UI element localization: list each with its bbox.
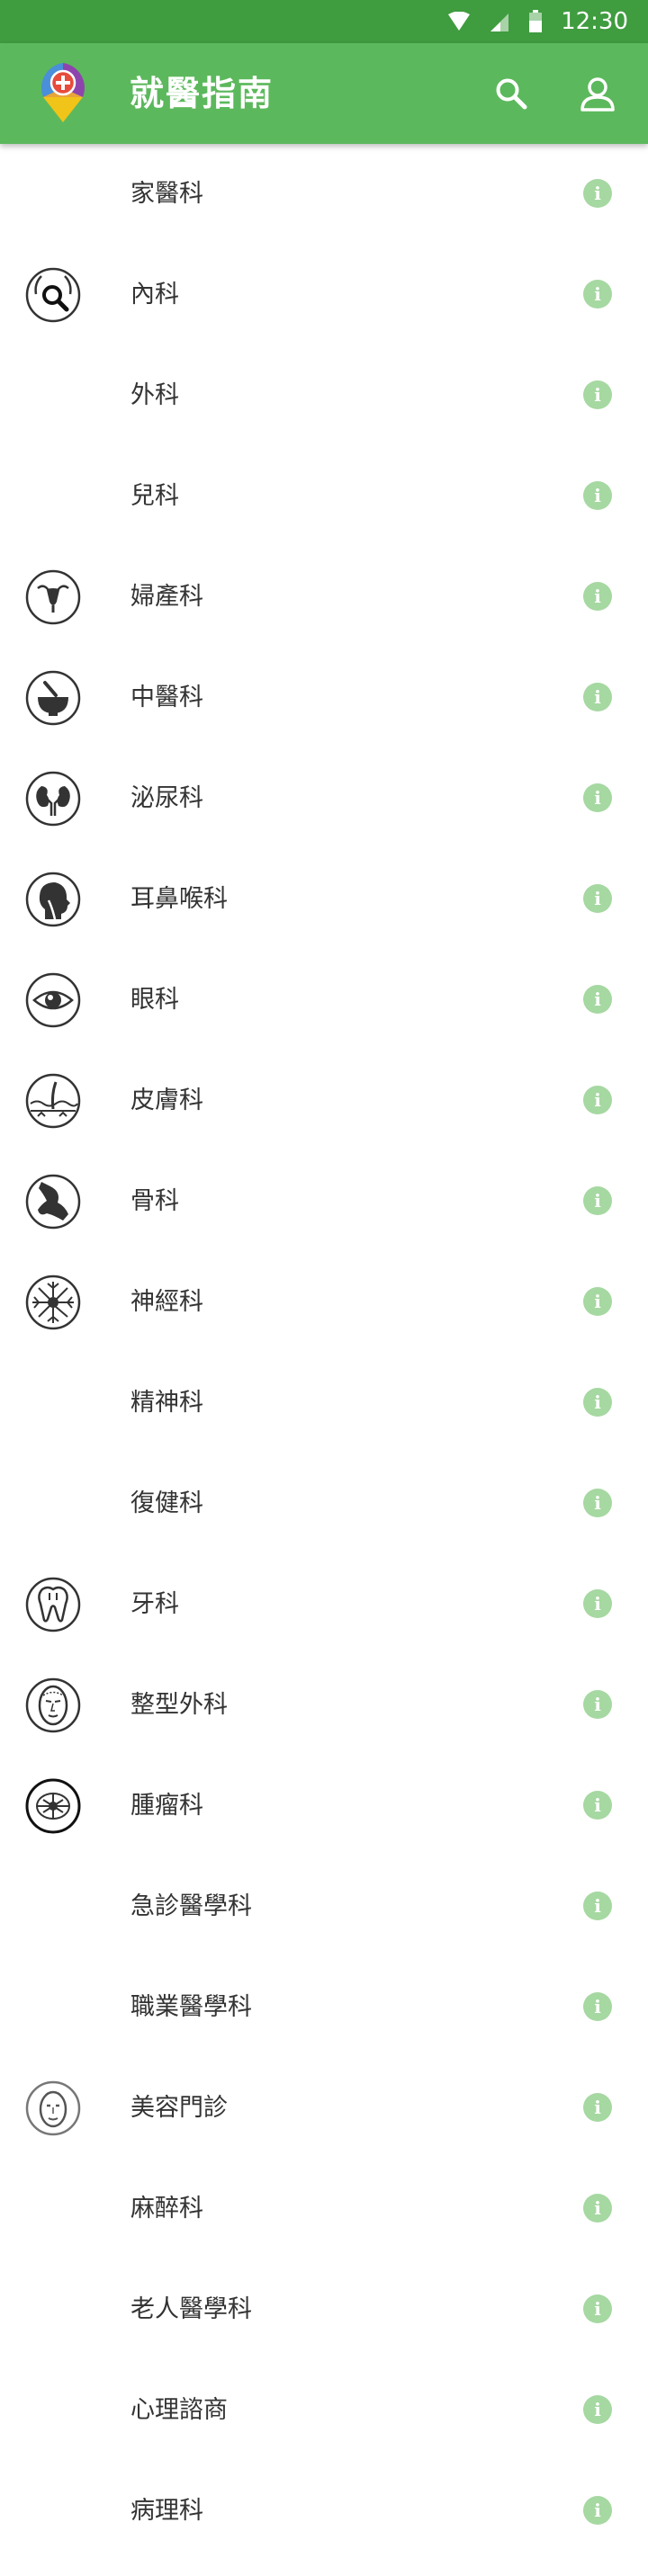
department-label: 皮膚科 — [130, 1087, 203, 1114]
info-icon[interactable]: i — [583, 1589, 612, 1618]
search-icon — [496, 78, 527, 110]
info-icon[interactable]: i — [583, 1892, 612, 1920]
app-logo-icon — [36, 58, 90, 124]
department-label: 麻醉科 — [130, 2195, 203, 2223]
department-label: 眼科 — [130, 986, 179, 1014]
department-row[interactable]: 骨科 i — [0, 1151, 648, 1252]
face-outline-icon — [25, 1677, 81, 1733]
department-label: 耳鼻喉科 — [130, 885, 228, 913]
department-row[interactable]: 外科 i — [0, 345, 648, 446]
search-button[interactable] — [486, 68, 536, 119]
info-icon[interactable]: i — [583, 380, 612, 409]
info-icon[interactable]: i — [583, 2496, 612, 2525]
department-label: 泌尿科 — [130, 784, 203, 812]
department-label: 腫瘤科 — [130, 1792, 203, 1820]
department-row[interactable]: 眼科 i — [0, 950, 648, 1051]
uterus-icon — [25, 569, 81, 625]
kidney-icon — [25, 771, 81, 827]
department-label: 心理諮商 — [130, 2396, 228, 2424]
info-icon[interactable]: i — [583, 1287, 612, 1316]
skin-icon — [25, 1073, 81, 1129]
info-icon[interactable]: i — [583, 1086, 612, 1114]
department-row[interactable]: 婦產科 i — [0, 547, 648, 648]
info-icon[interactable]: i — [583, 1690, 612, 1719]
internal-medicine-icon — [25, 267, 81, 323]
info-icon[interactable]: i — [583, 1186, 612, 1215]
department-label: 急診醫學科 — [130, 1892, 252, 1920]
department-row[interactable]: 腫瘤科 i — [0, 1756, 648, 1856]
department-row[interactable]: 家醫科 i — [0, 144, 648, 245]
info-icon[interactable]: i — [583, 1992, 612, 2021]
department-row[interactable]: 心理諮商 i — [0, 2360, 648, 2461]
info-icon[interactable]: i — [583, 1388, 612, 1417]
department-row[interactable]: 牙科 i — [0, 1554, 648, 1655]
department-row[interactable]: 神經科 i — [0, 1252, 648, 1353]
status-bar: 12:30 — [0, 0, 648, 43]
department-row[interactable]: 病理科 i — [0, 2461, 648, 2562]
department-row[interactable]: 兒科 i — [0, 446, 648, 547]
info-icon[interactable]: i — [583, 2093, 612, 2122]
department-label: 病理科 — [130, 2497, 203, 2525]
department-label: 牙科 — [130, 1590, 179, 1618]
department-row[interactable]: 耳鼻喉科 i — [0, 849, 648, 950]
neuron-icon — [25, 1275, 81, 1330]
department-row[interactable]: 整型外科 i — [0, 1655, 648, 1756]
department-label: 內科 — [130, 281, 179, 309]
tooth-icon — [25, 1577, 81, 1632]
department-row[interactable]: 急診醫學科 i — [0, 1856, 648, 1957]
info-icon[interactable]: i — [583, 1489, 612, 1517]
department-label: 復健科 — [130, 1489, 203, 1517]
signal-icon — [489, 11, 510, 32]
department-row[interactable]: 復健科 i — [0, 1453, 648, 1554]
department-row[interactable]: 麻醉科 i — [0, 2159, 648, 2259]
battery-icon — [528, 10, 543, 33]
department-label: 神經科 — [130, 1288, 203, 1316]
department-label: 美容門診 — [130, 2094, 228, 2122]
info-icon[interactable]: i — [583, 884, 612, 913]
department-label: 外科 — [130, 381, 179, 409]
info-icon[interactable]: i — [583, 1791, 612, 1820]
info-icon[interactable]: i — [583, 2194, 612, 2223]
bone-joint-icon — [25, 1174, 81, 1230]
info-icon[interactable]: i — [583, 2294, 612, 2323]
department-row[interactable]: 職業醫學科 i — [0, 1957, 648, 2058]
eye-icon — [25, 972, 81, 1028]
department-label: 家醫科 — [130, 180, 203, 208]
department-label: 中醫科 — [130, 684, 203, 711]
department-label: 骨科 — [130, 1187, 179, 1215]
department-row[interactable]: 老人醫學科 i — [0, 2259, 648, 2360]
department-row[interactable]: 精神科 i — [0, 1353, 648, 1453]
info-icon[interactable]: i — [583, 280, 612, 309]
department-list: 家醫科 i 內科 i 外科 i 兒科 i 婦產科 i 中醫科 i 泌尿科 i 耳鼻喉科 i 眼科 i 皮膚科 i 骨科 i… — [0, 144, 648, 2562]
info-icon[interactable]: i — [583, 582, 612, 611]
app-bar: 就醫指南 — [0, 43, 648, 144]
tumor-icon — [25, 1778, 81, 1834]
face-icon — [25, 2080, 81, 2136]
department-row[interactable]: 皮膚科 i — [0, 1051, 648, 1151]
department-row[interactable]: 美容門診 i — [0, 2058, 648, 2159]
info-icon[interactable]: i — [583, 179, 612, 208]
info-icon[interactable]: i — [583, 985, 612, 1014]
department-row[interactable]: 內科 i — [0, 245, 648, 345]
department-label: 兒科 — [130, 482, 179, 510]
department-label: 整型外科 — [130, 1691, 228, 1719]
page-title: 就醫指南 — [130, 74, 274, 113]
info-icon[interactable]: i — [583, 683, 612, 711]
profile-button[interactable] — [572, 68, 623, 119]
department-label: 婦產科 — [130, 583, 203, 611]
info-icon[interactable]: i — [583, 2395, 612, 2424]
info-icon[interactable]: i — [583, 481, 612, 510]
wifi-icon — [447, 12, 471, 31]
department-label: 精神科 — [130, 1389, 203, 1417]
info-icon[interactable]: i — [583, 783, 612, 812]
department-row[interactable]: 泌尿科 i — [0, 748, 648, 849]
department-row[interactable]: 中醫科 i — [0, 648, 648, 748]
status-time: 12:30 — [561, 8, 628, 35]
person-icon — [580, 77, 615, 112]
department-label: 老人醫學科 — [130, 2295, 252, 2323]
mortar-pestle-icon — [25, 670, 81, 726]
department-label: 職業醫學科 — [130, 1993, 252, 2021]
ent-head-icon — [25, 872, 81, 927]
